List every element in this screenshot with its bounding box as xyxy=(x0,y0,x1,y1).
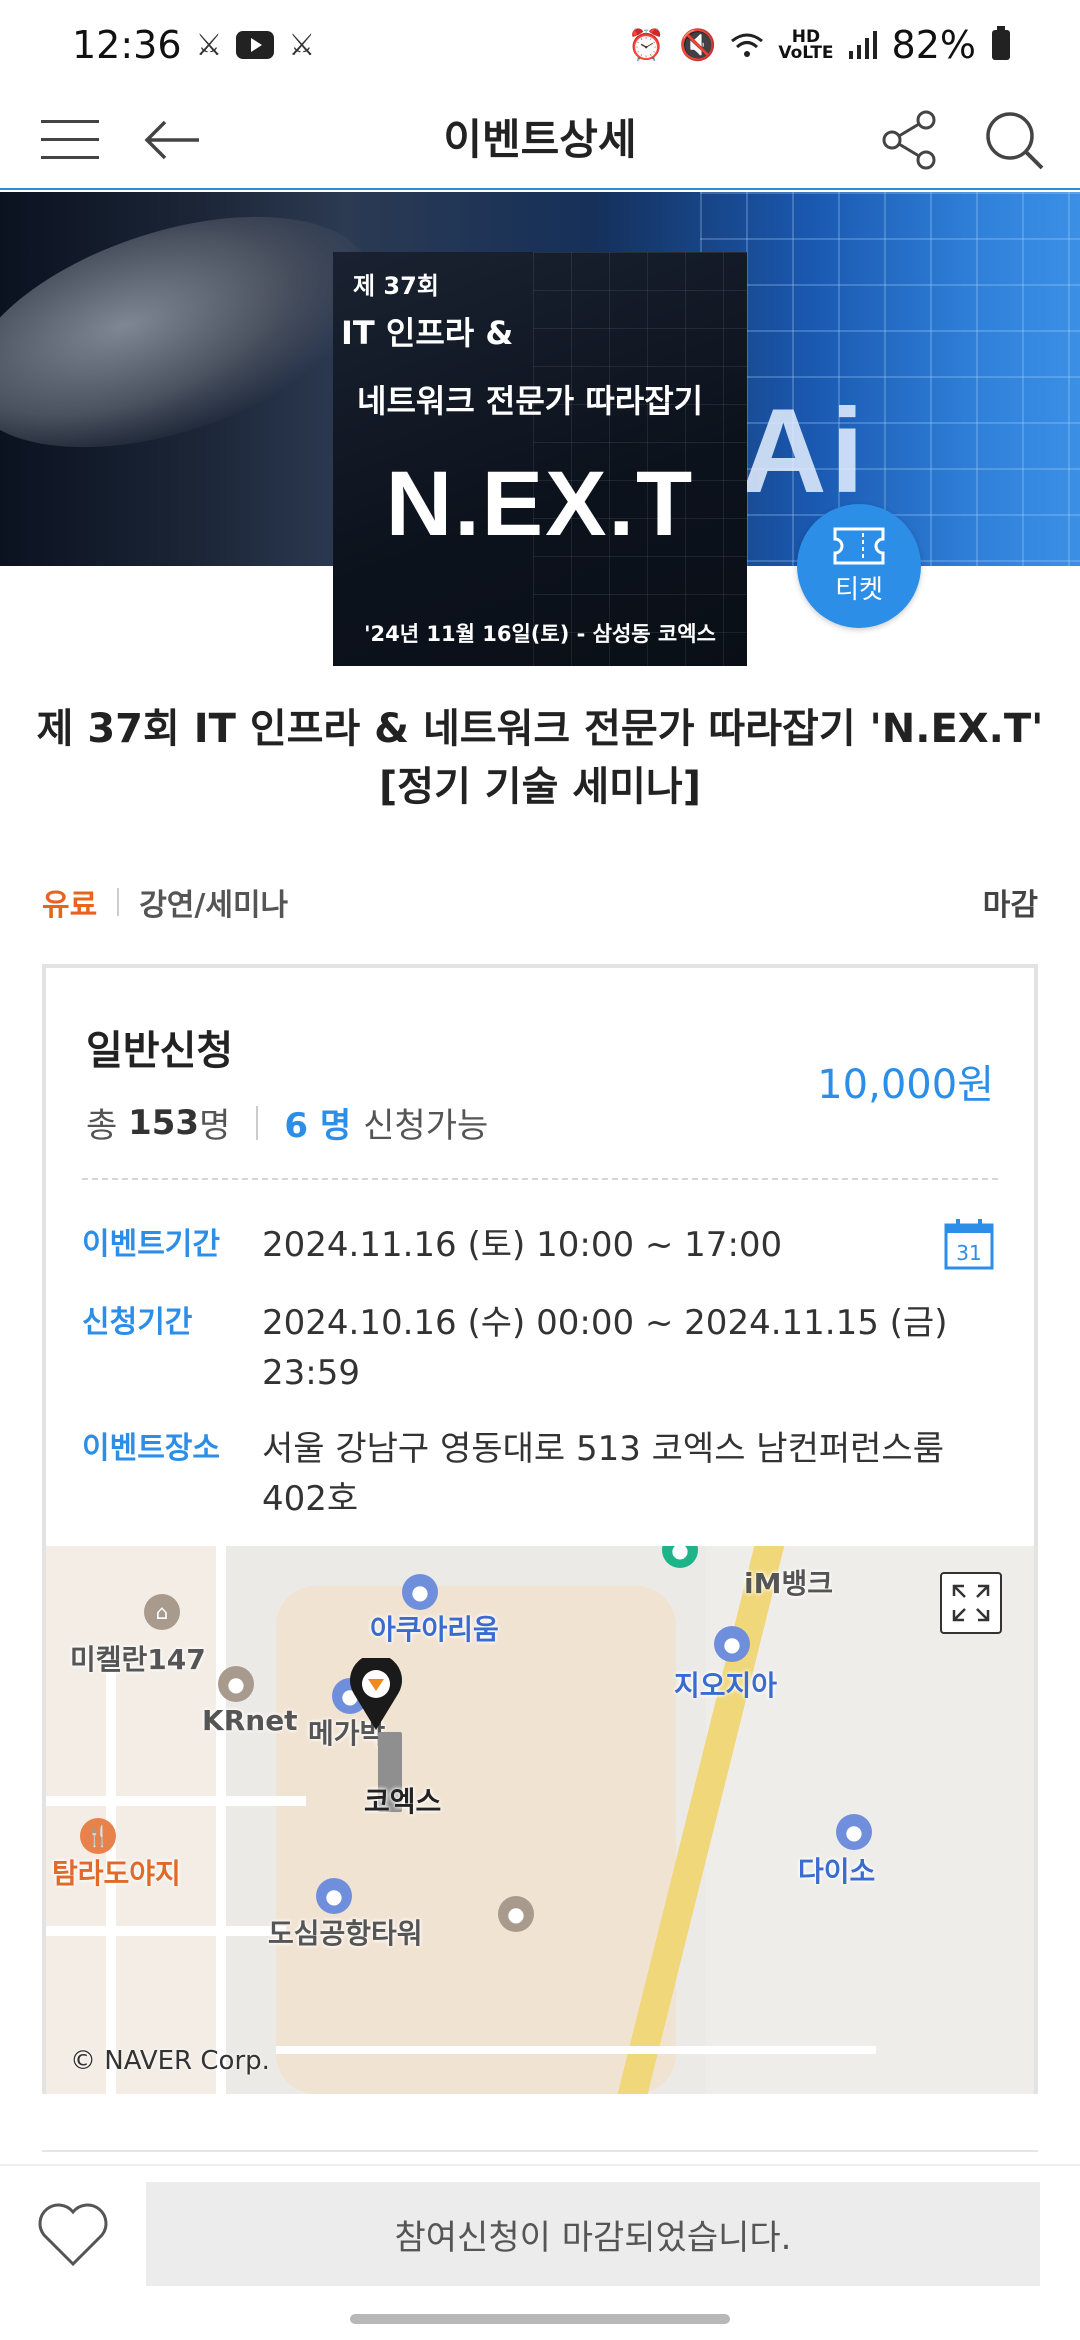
aquarium-icon: ● xyxy=(402,1574,438,1610)
calendar-icon: 31 xyxy=(944,1219,994,1270)
menu-button[interactable] xyxy=(38,108,102,172)
location: 서울 강남구 영동대로 513 코엑스 남컨퍼런스룸 402호 xyxy=(262,1429,944,1519)
bank-icon: ● xyxy=(662,1546,698,1568)
store-icon: ● xyxy=(836,1814,872,1850)
price: 10,000원 xyxy=(817,1062,994,1108)
map-label-tamra: 탐라도야지 xyxy=(52,1857,181,1890)
alarm-icon: ⏰ xyxy=(627,27,666,63)
event-period: 2024.11.16 (토) 10:00 ~ 17:00 xyxy=(262,1225,783,1265)
location-map[interactable]: ⌂ 미켈란147 ● 아쿠아리움 ● iM뱅크 ● 지오지아 ● KRnet ●… xyxy=(46,1546,1034,2094)
poster-line1: IT 인프라 & xyxy=(341,314,514,352)
tower-icon: ● xyxy=(316,1878,352,1914)
search-icon xyxy=(986,112,1044,170)
share-icon xyxy=(882,110,936,170)
battery-percent: 82% xyxy=(891,23,976,67)
battery-icon xyxy=(992,26,1010,60)
fee-type-tag: 유료 xyxy=(42,888,98,923)
event-title: 제 37회 IT 인프라 & 네트워크 전문가 따라잡기 'N.EX.T' [정… xyxy=(36,706,1044,810)
map-label-imbank: iM뱅크 xyxy=(744,1567,833,1600)
crossed-swords-icon: ⚔ xyxy=(288,27,316,63)
apply-button[interactable]: 참여신청이 마감되었습니다. xyxy=(146,2182,1040,2286)
hamburger-icon xyxy=(41,120,99,159)
apply-period: 2024.10.16 (수) 00:00 ~ 2024.11.15 (금) 23… xyxy=(262,1303,948,1393)
back-button[interactable] xyxy=(140,108,204,172)
wifi-icon xyxy=(731,33,764,57)
poster-line2: 네트워크 전문가 따라잡기 xyxy=(357,382,704,420)
favorite-button[interactable] xyxy=(36,2202,110,2268)
youtube-icon xyxy=(236,31,275,59)
share-button[interactable] xyxy=(878,108,942,172)
poster-date: '24년 11월 16일(토) - 삼성동 코엑스 xyxy=(364,622,716,646)
map-label-daiso: 다이소 xyxy=(798,1855,876,1888)
bottom-action-bar: 참여신청이 마감되었습니다. xyxy=(0,2164,1080,2304)
map-label-aquarium: 아쿠아리움 xyxy=(370,1613,499,1646)
available-count: 6 명 xyxy=(284,1106,352,1146)
registration-card: 일반신청 총 153 명 6 명 신청가능 10,000원 이벤트기간 2024.… xyxy=(42,964,1038,2094)
building-icon: ⌂ xyxy=(144,1594,180,1630)
map-label-krnet: KRnet xyxy=(202,1704,298,1737)
map-expand-button[interactable] xyxy=(940,1572,1002,1634)
map-label-dosim: 도심공항타워 xyxy=(268,1917,423,1950)
app-header: 이벤트상세 xyxy=(0,90,1080,190)
poster-main-title: N.EX.T xyxy=(385,453,695,555)
map-copyright: © NAVER Corp. xyxy=(70,2046,270,2076)
banner-ai-text: Ai xyxy=(740,384,868,518)
ticket-button[interactable]: 티켓 xyxy=(797,504,921,628)
restaurant-icon: 🍴 xyxy=(80,1818,116,1854)
apply-period-row: 신청기간 2024.10.16 (수) 00:00 ~ 2024.11.15 (… xyxy=(82,1298,998,1398)
map-label-giordano: 지오지아 xyxy=(674,1669,778,1702)
map-label-coex: 코엑스 xyxy=(364,1785,442,1818)
crossed-swords-icon: ⚔ xyxy=(195,27,223,63)
add-calendar-button[interactable]: 31 xyxy=(944,1218,994,1270)
event-period-row: 이벤트기간 2024.11.16 (토) 10:00 ~ 17:00 xyxy=(82,1220,998,1270)
mute-icon: 🔇 xyxy=(679,27,717,63)
total-count: 153 xyxy=(128,1102,200,1143)
place-icon: ● xyxy=(498,1896,534,1932)
event-tags: 유료 강연/세미나 마감 xyxy=(42,880,1038,924)
location-row: 이벤트장소 서울 강남구 영동대로 513 코엑스 남컨퍼런스룸 402호 xyxy=(82,1424,998,1524)
back-arrow-icon xyxy=(144,120,199,160)
svg-text:31: 31 xyxy=(956,1241,981,1265)
poster-edition: 제 37회 xyxy=(353,272,439,300)
category-tag: 강연/세미나 xyxy=(139,888,289,923)
heart-icon xyxy=(38,2203,108,2267)
ticket-label: 티켓 xyxy=(835,574,883,605)
shop-icon: ● xyxy=(714,1626,750,1662)
expand-icon xyxy=(952,1584,990,1622)
search-button[interactable] xyxy=(982,108,1046,172)
status-badge: 마감 xyxy=(982,888,1038,923)
status-bar: 12:36 ⚔ ⚔ ⏰ 🔇 HD VoLTE 82% xyxy=(0,0,1080,90)
ticket-icon xyxy=(833,527,885,564)
home-indicator[interactable] xyxy=(350,2314,730,2324)
event-poster[interactable]: 제 37회 IT 인프라 & 네트워크 전문가 따라잡기 N.EX.T '24년… xyxy=(333,252,747,666)
location-pin-icon xyxy=(350,1658,402,1730)
map-label-michelan: 미켈란147 xyxy=(70,1643,206,1676)
status-time: 12:36 xyxy=(72,23,182,67)
signal-icon xyxy=(848,31,877,59)
office-icon: ● xyxy=(218,1666,254,1702)
hd-voice-icon: HD VoLTE xyxy=(778,27,834,63)
